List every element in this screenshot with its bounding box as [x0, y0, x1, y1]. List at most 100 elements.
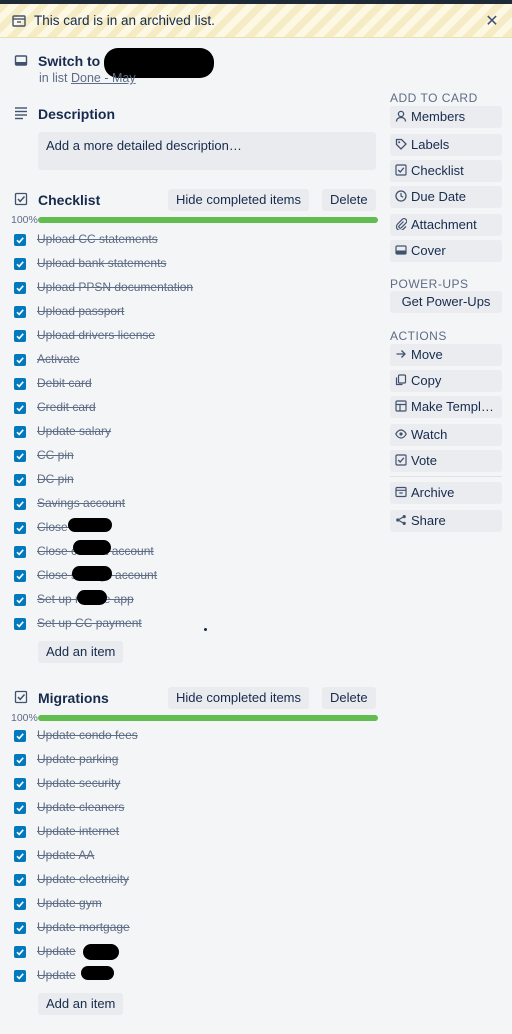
- hide-completed-button[interactable]: Hide completed items: [168, 189, 309, 211]
- checklist-item[interactable]: Set up CC payment: [14, 615, 314, 635]
- sidebar-button-move[interactable]: Move: [390, 344, 502, 366]
- checkbox-checked-icon[interactable]: [14, 970, 26, 982]
- card-title[interactable]: Switch to: [38, 53, 100, 69]
- sidebar-button-watch[interactable]: Watch: [390, 424, 502, 446]
- checklist-item[interactable]: Upload CC statements: [14, 231, 314, 251]
- checkbox-checked-icon[interactable]: [14, 546, 26, 558]
- checklist-item[interactable]: Update: [14, 967, 314, 987]
- checklist-item-label[interactable]: Debit card: [37, 376, 92, 390]
- checklist-item[interactable]: Update internet: [14, 823, 314, 843]
- add-item-button[interactable]: Add an item: [38, 993, 124, 1015]
- description-input[interactable]: Add a more detailed description…: [38, 132, 376, 170]
- checklist-item[interactable]: Close savings account: [14, 567, 314, 587]
- checklist-item[interactable]: Update parking: [14, 751, 314, 771]
- checklist-item[interactable]: Upload PPSN documentation: [14, 279, 314, 299]
- checkbox-checked-icon[interactable]: [14, 354, 26, 366]
- sidebar-button-copy[interactable]: Copy: [390, 370, 502, 392]
- hide-completed-button[interactable]: Hide completed items: [168, 687, 309, 709]
- checkbox-checked-icon[interactable]: [14, 826, 26, 838]
- checklist-item-label[interactable]: Update: [37, 968, 76, 982]
- checklist-item[interactable]: Update condo fees: [14, 727, 314, 747]
- checklist-item[interactable]: Savings account: [14, 495, 314, 515]
- checklist-item-label[interactable]: DC pin: [37, 472, 74, 486]
- checklist-item[interactable]: Update: [14, 943, 314, 963]
- checklist-item[interactable]: Close current account: [14, 543, 314, 563]
- sidebar-button-cover[interactable]: Cover: [390, 240, 502, 262]
- checkbox-checked-icon[interactable]: [14, 330, 26, 342]
- delete-checklist-button[interactable]: Delete: [322, 189, 376, 211]
- checklist-item-label[interactable]: Credit card: [37, 400, 96, 414]
- checkbox-checked-icon[interactable]: [14, 498, 26, 510]
- checklist-item[interactable]: Update cleaners: [14, 799, 314, 819]
- checklist-item[interactable]: Update security: [14, 775, 314, 795]
- checkbox-checked-icon[interactable]: [14, 522, 26, 534]
- checklist-item[interactable]: Update mortgage: [14, 919, 314, 939]
- checkbox-checked-icon[interactable]: [14, 754, 26, 766]
- checkbox-checked-icon[interactable]: [14, 946, 26, 958]
- close-icon[interactable]: ✕: [484, 11, 500, 30]
- checklist-item[interactable]: Update salary: [14, 423, 314, 443]
- checkbox-checked-icon[interactable]: [14, 874, 26, 886]
- checkbox-checked-icon[interactable]: [14, 778, 26, 790]
- checklist-item-label[interactable]: Update electricity: [37, 872, 129, 886]
- sidebar-button-attachment[interactable]: Attachment: [390, 214, 502, 236]
- checklist-item-label[interactable]: Savings account: [37, 496, 125, 510]
- checkbox-checked-icon[interactable]: [14, 426, 26, 438]
- checkbox-checked-icon[interactable]: [14, 306, 26, 318]
- checklist-item[interactable]: Upload passport: [14, 303, 314, 323]
- sidebar-button-due-date[interactable]: Due Date: [390, 186, 502, 208]
- checklist-item[interactable]: Debit card: [14, 375, 314, 395]
- checklist-item[interactable]: Update electricity: [14, 871, 314, 891]
- checklist-item-label[interactable]: Update AA: [37, 848, 94, 862]
- checkbox-checked-icon[interactable]: [14, 570, 26, 582]
- sidebar-button-make-templ[interactable]: Make Templ…: [390, 396, 502, 418]
- checkbox-checked-icon[interactable]: [14, 850, 26, 862]
- checklist-item[interactable]: Upload bank statements: [14, 255, 314, 275]
- checkbox-checked-icon[interactable]: [14, 594, 26, 606]
- sidebar-button-vote[interactable]: Vote: [390, 450, 502, 472]
- checklist-item[interactable]: Credit card: [14, 399, 314, 419]
- list-link[interactable]: Done - May: [71, 71, 136, 85]
- checklist-item-label[interactable]: CC pin: [37, 448, 74, 462]
- checklist-item-label[interactable]: Update cleaners: [37, 800, 124, 814]
- checklist-item-label[interactable]: Upload PPSN documentation: [37, 280, 193, 294]
- checklist-item[interactable]: Set up mobile app: [14, 591, 314, 611]
- checkbox-checked-icon[interactable]: [14, 474, 26, 486]
- checklist-item-label[interactable]: Set up CC payment: [37, 616, 142, 630]
- checklist-item[interactable]: Close CC: [14, 519, 314, 539]
- checklist-item[interactable]: CC pin: [14, 447, 314, 467]
- checklist-item-label[interactable]: Update gym: [37, 896, 102, 910]
- checklist-title[interactable]: Checklist: [38, 192, 100, 208]
- checklist-item-label[interactable]: Update internet: [37, 824, 119, 838]
- checklist-item-label[interactable]: Update parking: [37, 752, 118, 766]
- checklist-item[interactable]: Activate: [14, 351, 314, 371]
- checklist-item[interactable]: Update gym: [14, 895, 314, 915]
- checklist-item-label[interactable]: Update salary: [37, 424, 111, 438]
- checklist-item-label[interactable]: Activate: [37, 352, 80, 366]
- checklist-item-label[interactable]: Upload passport: [37, 304, 124, 318]
- checkbox-checked-icon[interactable]: [14, 898, 26, 910]
- sidebar-button-labels[interactable]: Labels: [390, 134, 502, 156]
- checkbox-checked-icon[interactable]: [14, 258, 26, 270]
- checklist-item-label[interactable]: Upload CC statements: [37, 232, 158, 246]
- checklist-item-label[interactable]: Update security: [37, 776, 120, 790]
- checkbox-checked-icon[interactable]: [14, 618, 26, 630]
- sidebar-button-checklist[interactable]: Checklist: [390, 160, 502, 182]
- checkbox-checked-icon[interactable]: [14, 802, 26, 814]
- checklist-item[interactable]: DC pin: [14, 471, 314, 491]
- checklist-item-label[interactable]: Update condo fees: [37, 728, 138, 742]
- sidebar-button-members[interactable]: Members: [390, 106, 502, 128]
- checkbox-checked-icon[interactable]: [14, 402, 26, 414]
- checklist-item-label[interactable]: Upload bank statements: [37, 256, 166, 270]
- sidebar-button-share[interactable]: Share: [390, 510, 502, 532]
- checkbox-checked-icon[interactable]: [14, 922, 26, 934]
- checkbox-checked-icon[interactable]: [14, 730, 26, 742]
- checkbox-checked-icon[interactable]: [14, 234, 26, 246]
- checklist-item[interactable]: Upload drivers license: [14, 327, 314, 347]
- add-item-button[interactable]: Add an item: [38, 641, 124, 663]
- checkbox-checked-icon[interactable]: [14, 378, 26, 390]
- checklist-item-label[interactable]: Update: [37, 944, 76, 958]
- checklist-item[interactable]: Update AA: [14, 847, 314, 867]
- checkbox-checked-icon[interactable]: [14, 450, 26, 462]
- checklist-title[interactable]: Migrations: [38, 690, 109, 706]
